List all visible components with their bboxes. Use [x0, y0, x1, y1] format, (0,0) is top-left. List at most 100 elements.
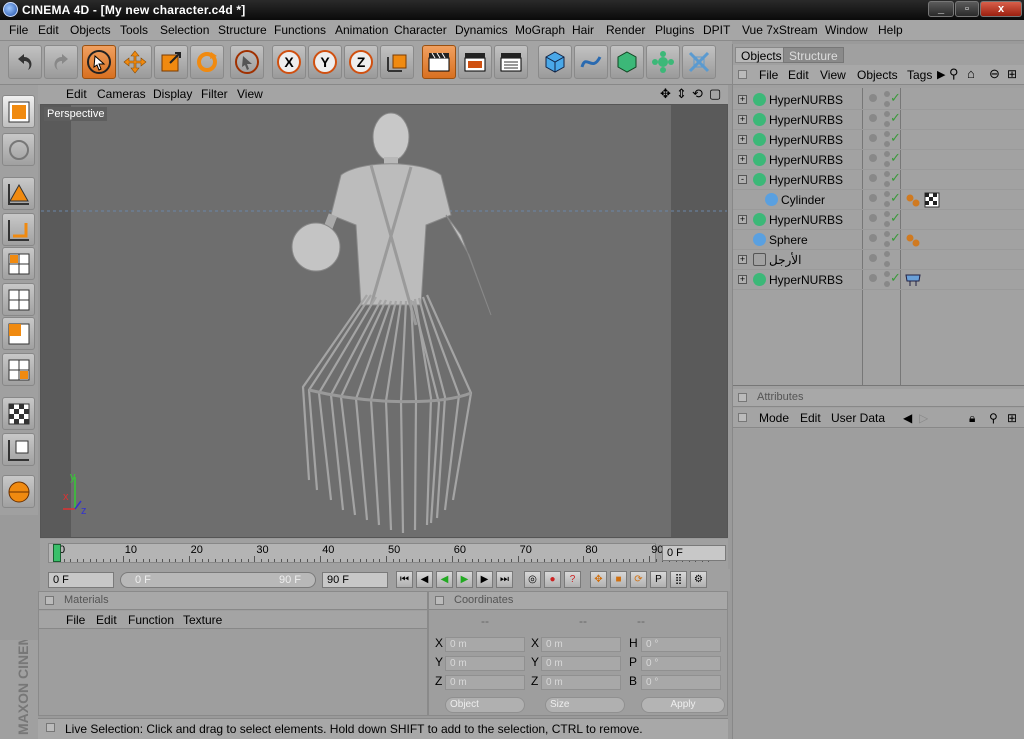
- next-frame-button[interactable]: ▶: [476, 571, 493, 588]
- expand-icon[interactable]: +: [738, 95, 747, 104]
- menu-selection[interactable]: Selection: [160, 23, 209, 37]
- layer-dot-icon[interactable]: [869, 114, 877, 122]
- attributes-menu-user-data[interactable]: User Data: [831, 411, 885, 425]
- layer-dot-icon[interactable]: [869, 134, 877, 142]
- enabled-check-icon[interactable]: ✓: [890, 150, 901, 166]
- viewport-menu-view[interactable]: View: [237, 87, 263, 101]
- hypernurbs-object-button[interactable]: [610, 45, 644, 79]
- menu-vue-7xstream[interactable]: Vue 7xStream: [742, 23, 818, 37]
- max-frame-field[interactable]: 90 F: [322, 572, 388, 588]
- coordinate-value-field[interactable]: 0 °: [641, 637, 721, 652]
- objects-menu-objects[interactable]: Objects: [857, 68, 898, 82]
- object-row[interactable]: + HyperNURBS ✓: [733, 90, 1024, 110]
- goto-start-button[interactable]: ⏮: [396, 571, 413, 588]
- frame-range-slider[interactable]: 0 F 90 F: [120, 572, 316, 588]
- object-name[interactable]: Cylinder: [781, 193, 825, 207]
- menu-objects[interactable]: Objects: [70, 23, 111, 37]
- record-point-level-button[interactable]: ⣿: [670, 571, 687, 588]
- visibility-dot-icon[interactable]: [884, 251, 890, 257]
- layer-dot-icon[interactable]: [869, 94, 877, 102]
- enabled-check-icon[interactable]: ✓: [890, 130, 901, 146]
- layer-dot-icon[interactable]: [869, 234, 877, 242]
- menu-window[interactable]: Window: [825, 23, 868, 37]
- menu-tools[interactable]: Tools: [120, 23, 148, 37]
- new-window-icon[interactable]: ⊞: [1007, 67, 1017, 81]
- sculpt-tool-button[interactable]: [2, 475, 35, 508]
- materials-menu-texture[interactable]: Texture: [183, 613, 222, 627]
- menu-character[interactable]: Character: [394, 23, 447, 37]
- render-settings-button[interactable]: [494, 45, 528, 79]
- object-row[interactable]: + HyperNURBS ✓: [733, 210, 1024, 230]
- materials-menu-file[interactable]: File: [66, 613, 85, 627]
- viewport-maximize-icon[interactable]: ▢: [709, 86, 721, 102]
- prev-frame-button[interactable]: ◀: [416, 571, 433, 588]
- coordinate-value-field[interactable]: 0 °: [641, 675, 721, 690]
- menu-help[interactable]: Help: [878, 23, 903, 37]
- viewport-dolly-icon[interactable]: ⇕: [676, 86, 687, 102]
- object-row[interactable]: - HyperNURBS ✓: [733, 170, 1024, 190]
- menu-functions[interactable]: Functions: [274, 23, 326, 37]
- viewport-rotate-icon[interactable]: ⟲: [692, 86, 703, 102]
- menu-dpit[interactable]: DPIT: [703, 23, 730, 37]
- object-row[interactable]: + HyperNURBS ✓: [733, 270, 1024, 290]
- live-selection-button[interactable]: [82, 45, 116, 79]
- record-position-button[interactable]: ✥: [590, 571, 607, 588]
- object-name[interactable]: HyperNURBS: [769, 133, 843, 147]
- menu-structure[interactable]: Structure: [218, 23, 267, 37]
- rotate-button[interactable]: [190, 45, 224, 79]
- render-picture-viewer-button[interactable]: [458, 45, 492, 79]
- pin-icon[interactable]: ⚲: [989, 411, 998, 425]
- expand-icon[interactable]: +: [738, 155, 747, 164]
- spline-object-button[interactable]: [574, 45, 608, 79]
- menu-mograph[interactable]: MoGraph: [515, 23, 565, 37]
- layer-dot-icon[interactable]: [869, 274, 877, 282]
- use-polygons-tool-button[interactable]: [2, 247, 35, 280]
- object-name[interactable]: HyperNURBS: [769, 93, 843, 107]
- objects-menu-file[interactable]: File: [759, 68, 778, 82]
- expand-icon[interactable]: +: [738, 215, 747, 224]
- move-button[interactable]: [118, 45, 152, 79]
- deformer-object-button[interactable]: [682, 45, 716, 79]
- object-list[interactable]: + HyperNURBS ✓ + HyperNURBS ✓ + HyperNURBS ✓ + Hyp…: [733, 88, 1024, 386]
- last-tool-button[interactable]: [230, 45, 264, 79]
- lock-icon[interactable]: 🔒︎: [969, 411, 975, 426]
- enabled-check-icon[interactable]: ✓: [890, 90, 901, 106]
- enabled-check-icon[interactable]: ✓: [890, 210, 901, 226]
- object-row[interactable]: Sphere ✓: [733, 230, 1024, 250]
- record-rotation-button[interactable]: ⟳: [630, 571, 647, 588]
- expand-icon[interactable]: +: [738, 255, 747, 264]
- menu-render[interactable]: Render: [606, 23, 645, 37]
- timeline-current-frame-marker[interactable]: [53, 544, 61, 562]
- object-name[interactable]: الأرجل: [769, 253, 801, 267]
- coordinate-system-button[interactable]: [380, 45, 414, 79]
- menu-file[interactable]: File: [9, 23, 28, 37]
- redo-button[interactable]: [44, 45, 78, 79]
- materials-menu-function[interactable]: Function: [128, 613, 174, 627]
- locked-workplane-button[interactable]: [2, 433, 35, 466]
- coordinate-value-field[interactable]: 0 m: [445, 656, 525, 671]
- object-name[interactable]: Sphere: [769, 233, 808, 247]
- panel-toggle-icon[interactable]: [738, 413, 747, 422]
- phong-tag-icon[interactable]: [905, 192, 921, 208]
- object-row[interactable]: Cylinder ✓: [733, 190, 1024, 210]
- mograph-object-button[interactable]: [646, 45, 680, 79]
- coordinate-value-field[interactable]: 0 m: [541, 656, 621, 671]
- home-icon[interactable]: ⌂: [967, 66, 975, 81]
- goto-end-button[interactable]: ⏭: [496, 571, 513, 588]
- close-button[interactable]: x: [980, 1, 1022, 17]
- panel-toggle-icon[interactable]: [738, 393, 747, 402]
- cube-object-button[interactable]: [538, 45, 572, 79]
- timeline[interactable]: 0 10 20 30 40 50 60 70 80 90 0 F: [40, 539, 728, 569]
- apply-button[interactable]: Apply: [641, 697, 725, 713]
- viewport-menu-cameras[interactable]: Cameras: [97, 87, 146, 101]
- enabled-check-icon[interactable]: ✓: [890, 270, 901, 286]
- current-frame-field[interactable]: 0 F: [662, 545, 726, 561]
- viewport-menu-edit[interactable]: Edit: [66, 87, 87, 101]
- object-row[interactable]: + HyperNURBS ✓: [733, 130, 1024, 150]
- panel-toggle-icon[interactable]: [435, 596, 444, 605]
- expand-icon[interactable]: +: [738, 115, 747, 124]
- autokeying-button[interactable]: ●: [544, 571, 561, 588]
- layer-dot-icon[interactable]: [869, 254, 877, 262]
- layer-dot-icon[interactable]: [869, 154, 877, 162]
- use-model-tool-button[interactable]: [2, 95, 35, 128]
